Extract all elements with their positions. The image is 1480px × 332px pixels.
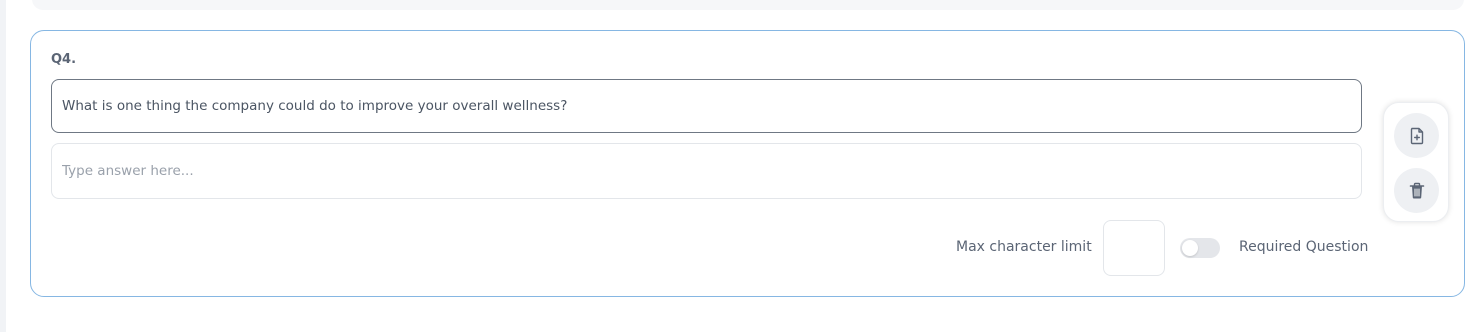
required-question-label: Required Question [1239, 239, 1369, 255]
required-question-toggle[interactable] [1180, 238, 1220, 258]
trash-icon [1409, 182, 1424, 199]
add-question-button[interactable] [1394, 113, 1439, 158]
toggle-knob [1182, 240, 1198, 256]
max-character-limit-input[interactable] [1103, 220, 1165, 276]
question-text-input[interactable] [51, 79, 1362, 133]
question-actions-panel [1383, 102, 1449, 222]
previous-question-card [32, 0, 1464, 10]
left-rail [0, 0, 6, 332]
question-number-label: Q4. [51, 52, 77, 67]
max-character-limit-label: Max character limit [956, 239, 1092, 255]
file-plus-icon [1410, 127, 1423, 144]
delete-question-button[interactable] [1394, 168, 1439, 213]
answer-input[interactable] [51, 143, 1362, 199]
